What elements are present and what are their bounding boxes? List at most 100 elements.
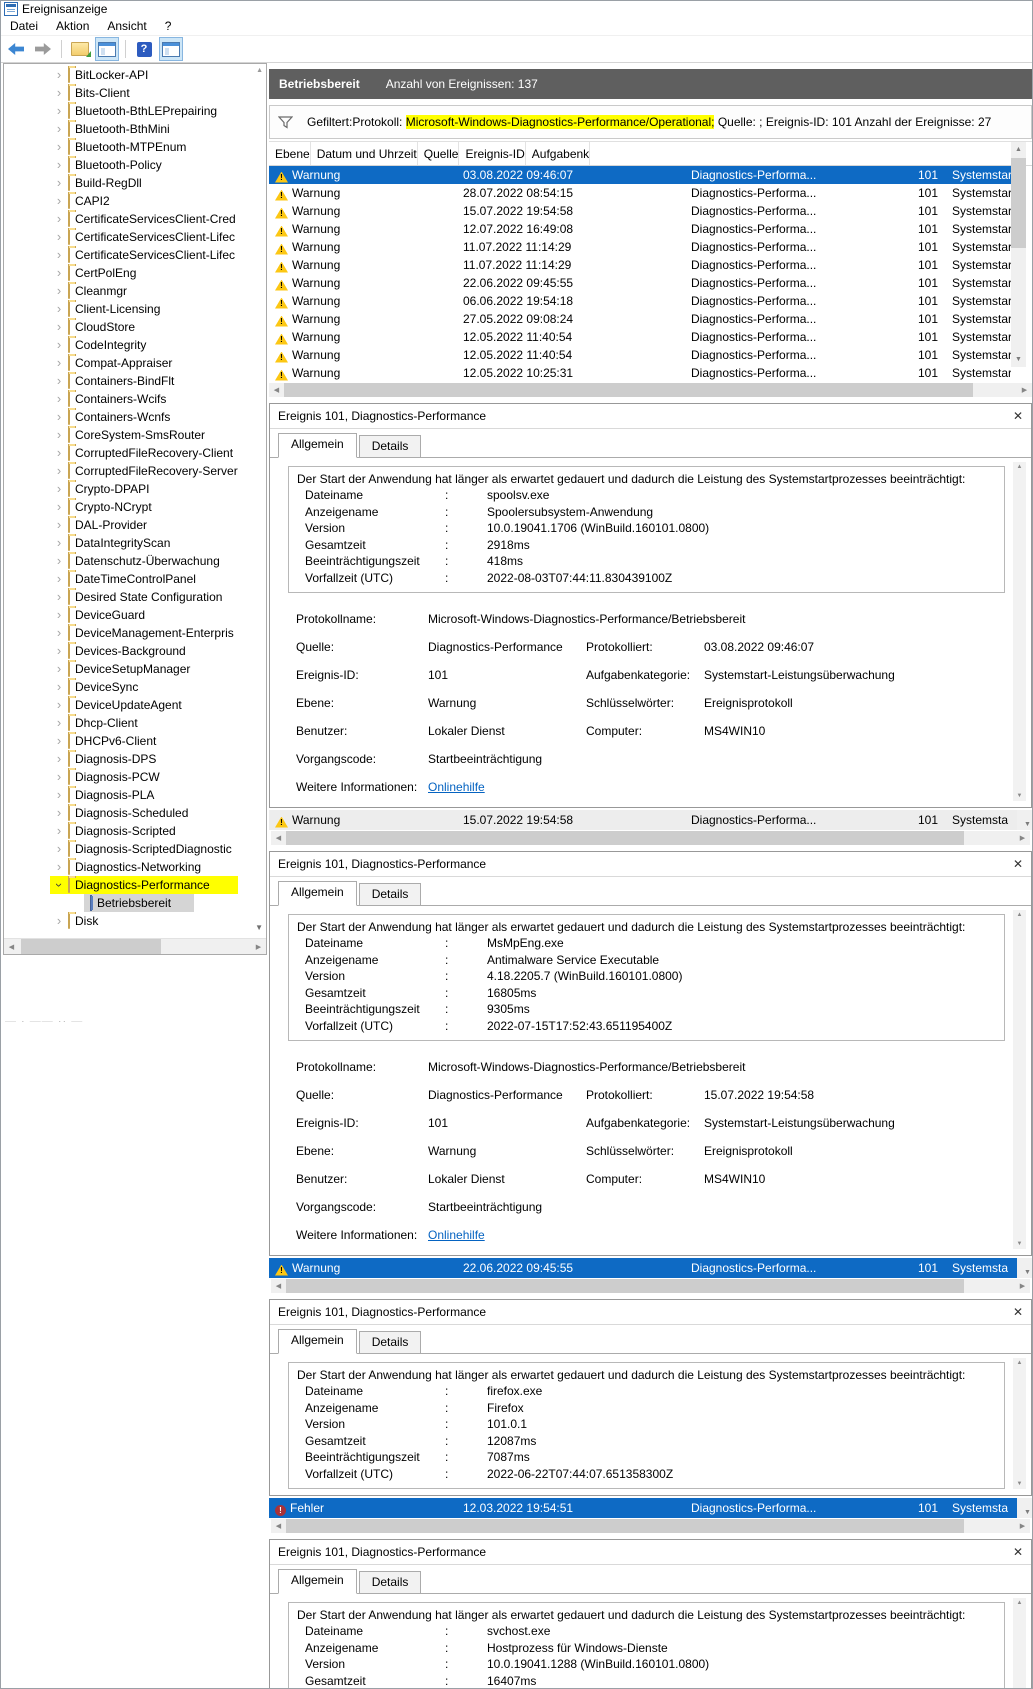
- chevron-right-icon[interactable]: ›: [52, 176, 66, 189]
- chevron-right-icon[interactable]: ›: [52, 392, 66, 405]
- tree-item[interactable]: › Diagnostics-Networking: [4, 858, 266, 876]
- back-button[interactable]: [4, 37, 28, 61]
- chevron-right-icon[interactable]: ›: [52, 248, 66, 261]
- scrollbar-thumb[interactable]: [286, 830, 964, 845]
- tree-item[interactable]: › Devices-Background: [4, 642, 266, 660]
- event-row[interactable]: ! Warnung 28.07.2022 08:54:15 Diagnostics…: [269, 184, 1011, 202]
- chevron-right-icon[interactable]: ›: [52, 662, 66, 675]
- strip-horizontal-scrollbar[interactable]: ◀ ▶: [271, 1278, 1030, 1293]
- chevron-right-icon[interactable]: ›: [52, 374, 66, 387]
- chevron-right-icon[interactable]: ›: [52, 284, 66, 297]
- scroll-right-icon[interactable]: ▶: [1015, 1282, 1030, 1290]
- tree-item[interactable]: › Diagnosis-DPS: [4, 750, 266, 768]
- tree-item[interactable]: › CAPI2: [4, 192, 266, 210]
- tree-item[interactable]: › BitLocker-API: [4, 66, 266, 84]
- column-header[interactable]: Ereignis-ID: [459, 142, 526, 165]
- event-row[interactable]: ! Fehler 12.03.2022 19:54:51 Diagnostics-…: [269, 1498, 1032, 1518]
- chevron-right-icon[interactable]: ›: [52, 734, 66, 747]
- scroll-left-icon[interactable]: ◀: [271, 1282, 286, 1290]
- event-row[interactable]: ! Warnung 12.05.2022 10:25:31 Diagnostics…: [269, 364, 1011, 382]
- scroll-down-icon[interactable]: ▼: [255, 923, 263, 932]
- chevron-right-icon[interactable]: ›: [52, 536, 66, 549]
- scroll-down-icon[interactable]: ▼: [1013, 1481, 1026, 1487]
- tree-item[interactable]: › Cleanmgr: [4, 282, 266, 300]
- scrollbar-thumb[interactable]: [21, 939, 161, 954]
- event-row[interactable]: ! Warnung 11.07.2022 11:14:29 Diagnostics…: [269, 238, 1011, 256]
- strip-horizontal-scrollbar[interactable]: ◀ ▶: [271, 1518, 1030, 1534]
- chevron-right-icon[interactable]: ›: [52, 554, 66, 567]
- scroll-down-icon[interactable]: ▼: [1017, 1258, 1032, 1278]
- tab-details[interactable]: Details: [358, 883, 422, 905]
- help-button[interactable]: ?: [132, 37, 156, 61]
- tree-item[interactable]: › DataIntegrityScan: [4, 534, 266, 552]
- chevron-right-icon[interactable]: ›: [52, 770, 66, 783]
- scroll-up-icon[interactable]: ▲: [1013, 1600, 1026, 1606]
- event-row[interactable]: ! Warnung 03.08.2022 09:46:07 Diagnostics…: [269, 166, 1011, 184]
- tree-item[interactable]: › CorruptedFileRecovery-Client: [4, 444, 266, 462]
- tree-item[interactable]: › DeviceGuard: [4, 606, 266, 624]
- scroll-down-icon[interactable]: ▼: [1013, 793, 1026, 799]
- scroll-up-icon[interactable]: ▲: [1013, 1360, 1026, 1366]
- tree-item[interactable]: › Compat-Appraiser: [4, 354, 266, 372]
- tree-item[interactable]: › CertPolEng: [4, 264, 266, 282]
- pane-vertical-scrollbar[interactable]: ▲ ▼: [1013, 1598, 1026, 1688]
- scroll-up-icon[interactable]: ▲: [1013, 464, 1026, 470]
- close-icon[interactable]: ✕: [1013, 409, 1023, 423]
- scroll-left-icon[interactable]: ◀: [271, 834, 286, 842]
- scroll-right-icon[interactable]: ▶: [1017, 386, 1032, 394]
- tree-item[interactable]: › Bluetooth-BthLEPrepairing: [4, 102, 266, 120]
- scrollbar-track[interactable]: [286, 830, 1015, 846]
- chevron-right-icon[interactable]: ›: [52, 608, 66, 621]
- scroll-right-icon[interactable]: ▶: [251, 943, 266, 951]
- tree-item[interactable]: › Containers-BindFlt: [4, 372, 266, 390]
- chevron-right-icon[interactable]: ›: [52, 518, 66, 531]
- tree-item[interactable]: › Containers-Wcnfs: [4, 408, 266, 426]
- show-console-tree-button[interactable]: [95, 37, 119, 61]
- tree-item[interactable]: › Bluetooth-Policy: [4, 156, 266, 174]
- tree-item[interactable]: › Diagnostics-Performance: [4, 876, 266, 894]
- chevron-right-icon[interactable]: ›: [52, 158, 66, 171]
- tree-item[interactable]: › Containers-Wcifs: [4, 390, 266, 408]
- event-row[interactable]: ! Warnung 22.06.2022 09:45:55 Diagnostics…: [269, 274, 1011, 292]
- chevron-right-icon[interactable]: ›: [52, 860, 66, 873]
- tab-allgemein[interactable]: Allgemein: [278, 433, 357, 458]
- tree-item[interactable]: › Build-RegDll: [4, 174, 266, 192]
- scroll-right-icon[interactable]: ▶: [1015, 1522, 1030, 1530]
- tree-item[interactable]: › DeviceSync: [4, 678, 266, 696]
- scrollbar-track[interactable]: [19, 939, 251, 954]
- table-vertical-scrollbar[interactable]: ▲ ▼: [1011, 142, 1026, 367]
- column-header[interactable]: Aufgabenk: [526, 142, 591, 165]
- event-row[interactable]: ! Warnung 27.05.2022 09:08:24 Diagnostics…: [269, 310, 1011, 328]
- chevron-right-icon[interactable]: ›: [52, 482, 66, 495]
- chevron-right-icon[interactable]: ›: [52, 788, 66, 801]
- tab-allgemein[interactable]: Allgemein: [278, 881, 357, 906]
- event-row[interactable]: ! Warnung 06.06.2022 19:54:18 Diagnostics…: [269, 292, 1011, 310]
- scrollbar-thumb[interactable]: [286, 1518, 964, 1533]
- chevron-right-icon[interactable]: ›: [52, 428, 66, 441]
- menu-item[interactable]: Aktion: [47, 18, 98, 34]
- tree-item[interactable]: › CodeIntegrity: [4, 336, 266, 354]
- scrollbar-thumb[interactable]: [286, 1278, 964, 1293]
- event-row[interactable]: ! Warnung 15.07.2022 19:54:58 Diagnostics…: [269, 202, 1011, 220]
- chevron-right-icon[interactable]: ›: [52, 680, 66, 693]
- tree-item[interactable]: › Dhcp-Client: [4, 714, 266, 732]
- event-row[interactable]: ! Warnung 12.05.2022 11:40:54 Diagnostics…: [269, 346, 1011, 364]
- tree-item[interactable]: › Diagnosis-Scheduled: [4, 804, 266, 822]
- event-row[interactable]: ! Warnung 12.07.2022 16:49:08 Diagnostics…: [269, 220, 1011, 238]
- tab-details[interactable]: Details: [358, 1571, 422, 1593]
- scroll-down-icon[interactable]: ▼: [1017, 810, 1032, 830]
- chevron-right-icon[interactable]: ›: [52, 410, 66, 423]
- tree-item[interactable]: › DAL-Provider: [4, 516, 266, 534]
- tree-item[interactable]: › Bits-Client: [4, 84, 266, 102]
- chevron-right-icon[interactable]: ›: [52, 626, 66, 639]
- tree-item[interactable]: › DeviceSetupManager: [4, 660, 266, 678]
- scrollbar-track[interactable]: [286, 1518, 1015, 1534]
- tree-item[interactable]: › CloudStore: [4, 318, 266, 336]
- open-saved-log-button[interactable]: [68, 37, 92, 61]
- menu-item[interactable]: ?: [156, 18, 181, 34]
- event-row[interactable]: ! Warnung 22.06.2022 09:45:55 Diagnostics…: [269, 1258, 1032, 1278]
- scrollbar-thumb[interactable]: [1011, 158, 1026, 248]
- pane-vertical-scrollbar[interactable]: ▲ ▼: [1013, 910, 1026, 1249]
- scroll-up-icon[interactable]: ▲: [1011, 146, 1026, 153]
- event-row[interactable]: ! Warnung 15.07.2022 19:54:58 Diagnostics…: [269, 810, 1032, 830]
